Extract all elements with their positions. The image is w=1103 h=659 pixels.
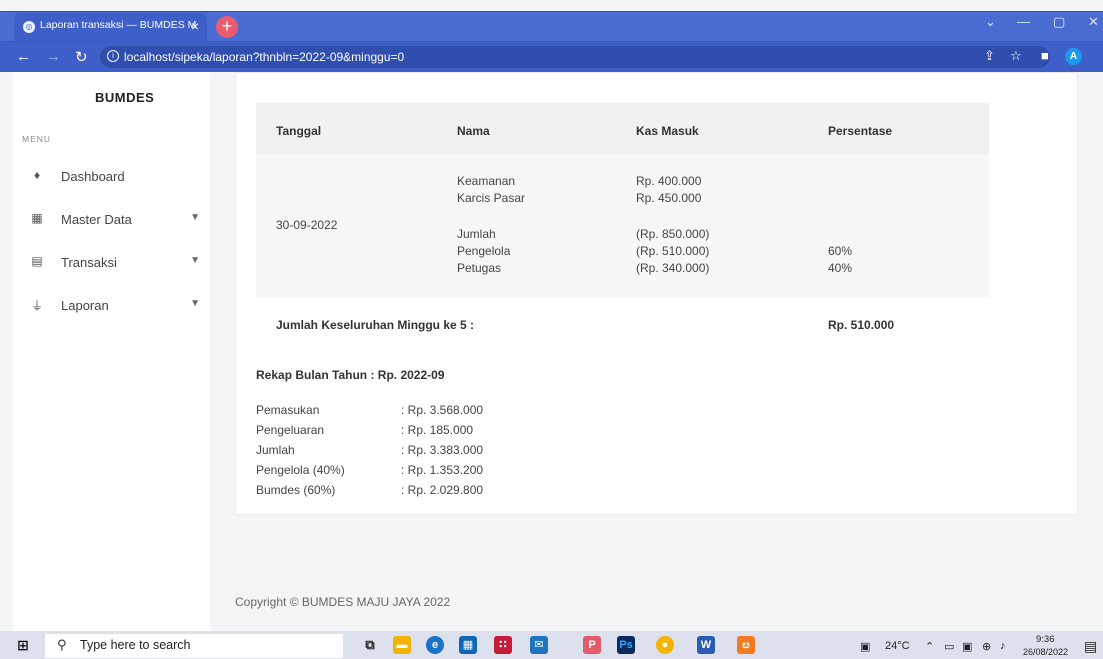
clock-time[interactable]: 9:36 xyxy=(1036,634,1055,645)
income-amount: Rp. 400.000 xyxy=(636,174,702,188)
income-name: Karcis Pasar xyxy=(457,191,526,205)
store-icon[interactable]: ▦ xyxy=(459,636,477,654)
recap-label: Jumlah xyxy=(256,443,295,457)
sidebar: BUMDES MENU ♦ Dashboard ▦ Master Data ▼ … xyxy=(13,72,210,631)
sidebar-item-label: Master Data xyxy=(61,212,132,227)
forward-icon[interactable]: → xyxy=(46,48,61,65)
photoshop-icon[interactable]: Ps xyxy=(617,636,635,654)
share-icon[interactable]: ⇪ xyxy=(984,48,995,64)
recap-title: Rekap Bulan Tahun : Rp. 2022-09 xyxy=(256,368,445,382)
table-header: Tanggal Nama Kas Masuk Persentase xyxy=(256,103,989,154)
network-icon[interactable]: ⊕ xyxy=(982,640,991,653)
plug-icon: ⏚ xyxy=(30,299,43,313)
maximize-icon[interactable]: ▢ xyxy=(1053,14,1065,30)
summary-percent: 60% xyxy=(828,244,853,258)
url-text: localhost/sipeka/laporan?thnbln=2022-09&… xyxy=(124,50,405,64)
tab-title: Laporan transaksi — BUMDES M xyxy=(40,19,197,31)
summary-amount: (Rp. 850.000) xyxy=(636,227,710,241)
row-date: 30-09-2022 xyxy=(276,218,338,232)
summary-name: Pengelola xyxy=(457,244,511,258)
income-name: Keamanan xyxy=(457,174,516,188)
word-icon[interactable]: W xyxy=(697,636,715,654)
summary-name: Petugas xyxy=(457,261,502,275)
column-header-nama: Nama xyxy=(457,124,490,138)
tab-search-icon[interactable]: ⌄ xyxy=(985,14,996,30)
column-header-persentase: Persentase xyxy=(828,124,893,138)
recap-label: Pemasukan xyxy=(256,403,320,417)
summary-amount: (Rp. 510.000) xyxy=(636,244,710,258)
windows-start-icon[interactable]: ⊞ xyxy=(14,636,32,654)
url-input[interactable]: i localhost/sipeka/laporan?thnbln=2022-0… xyxy=(100,46,1050,68)
summary-percent: 40% xyxy=(828,261,853,275)
menu-label: MENU xyxy=(22,134,52,144)
recap-value: : Rp. 3.568.000 xyxy=(401,403,484,417)
recap-value: : Rp. 1.353.200 xyxy=(401,463,484,477)
sidebar-item-label: Transaksi xyxy=(61,255,117,270)
column-header-tanggal: Tanggal xyxy=(276,124,322,138)
chrome-icon[interactable]: ● xyxy=(656,636,674,654)
recap-label: Pengeluaran xyxy=(256,423,325,437)
document-icon: ▤ xyxy=(31,254,43,268)
summary-name: Jumlah xyxy=(457,227,496,241)
recap-value: : Rp. 185.000 xyxy=(401,423,474,437)
table-row: 30-09-2022 Keamanan Rp. 400.000 Karcis P… xyxy=(256,154,989,297)
tab-favicon-icon: ◎ xyxy=(23,21,35,33)
weather-text: 24°C xyxy=(885,640,910,652)
search-placeholder: Type here to search xyxy=(80,638,191,652)
report-card: Tanggal Nama Kas Masuk Persentase 30-09-… xyxy=(235,72,1078,515)
sidebar-item-label: Laporan xyxy=(61,298,109,313)
search-icon: ⚲ xyxy=(57,637,67,652)
notifications-icon[interactable]: ▤ xyxy=(1084,638,1097,655)
footer-copyright: Copyright © BUMDES MAJU JAYA 2022 xyxy=(235,595,451,609)
income-amount: Rp. 450.000 xyxy=(636,191,702,205)
sidebar-item-label: Dashboard xyxy=(61,169,125,184)
sidebar-item-dashboard[interactable]: ♦ Dashboard xyxy=(30,168,200,188)
display-icon[interactable]: ▣ xyxy=(962,640,972,653)
minimize-icon[interactable]: — xyxy=(1017,14,1030,29)
new-tab-button[interactable]: + xyxy=(216,16,238,38)
back-icon[interactable]: ← xyxy=(16,48,31,65)
sidebar-item-laporan[interactable]: ⏚ Laporan ▼ xyxy=(30,297,200,317)
edge-icon[interactable]: e xyxy=(426,636,444,654)
caret-down-icon: ▼ xyxy=(190,212,200,223)
caret-down-icon: ▼ xyxy=(190,298,200,309)
sidebar-item-master-data[interactable]: ▦ Master Data ▼ xyxy=(30,211,200,231)
xampp-icon[interactable]: ೞ xyxy=(737,636,755,654)
week-total-value: Rp. 510.000 xyxy=(828,318,895,332)
week-total-label: Jumlah Keseluruhan Minggu ke 5 : xyxy=(276,318,475,332)
close-tab-icon[interactable]: × xyxy=(191,18,199,34)
tray-chevron-icon[interactable]: ⌃ xyxy=(925,640,934,653)
close-window-icon[interactable]: ✕ xyxy=(1088,14,1099,30)
bookmark-star-icon[interactable]: ☆ xyxy=(1010,48,1022,64)
column-header-kas-masuk: Kas Masuk xyxy=(636,124,699,138)
profile-avatar[interactable]: A xyxy=(1065,48,1082,65)
browser-tab[interactable]: ◎ Laporan transaksi — BUMDES M × xyxy=(14,13,207,43)
recap-value: : Rp. 2.029.800 xyxy=(401,483,484,497)
reload-icon[interactable]: ↻ xyxy=(75,48,88,66)
caret-down-icon: ▼ xyxy=(190,255,200,266)
grid-icon: ▦ xyxy=(31,211,43,225)
taskbar-search-input[interactable]: ⚲ Type here to search xyxy=(45,634,343,658)
brand-title: BUMDES xyxy=(95,90,155,105)
info-icon[interactable]: i xyxy=(107,50,119,62)
mail-icon[interactable]: ✉ xyxy=(530,636,548,654)
recap-label: Pengelola (40%) xyxy=(256,463,345,477)
volume-icon[interactable]: ♪ xyxy=(1000,640,1006,652)
weather-icon[interactable]: ▣ xyxy=(860,640,870,653)
recap-label: Bumdes (60%) xyxy=(256,483,336,497)
recap-value: : Rp. 3.383.000 xyxy=(401,443,484,457)
file-explorer-icon[interactable]: ▬ xyxy=(393,636,411,654)
sidepanel-icon[interactable]: ■ xyxy=(1041,48,1049,63)
droplet-icon: ♦ xyxy=(33,168,41,182)
clock-date[interactable]: 26/08/2022 xyxy=(1023,647,1068,657)
summary-amount: (Rp. 340.000) xyxy=(636,261,710,275)
battery-icon[interactable]: ▭ xyxy=(944,640,954,653)
apps-icon[interactable]: ∷ xyxy=(494,636,512,654)
task-view-icon[interactable]: ⧉ xyxy=(361,636,379,654)
sidebar-item-transaksi[interactable]: ▤ Transaksi ▼ xyxy=(30,254,200,274)
powerpoint-icon[interactable]: P xyxy=(583,636,601,654)
